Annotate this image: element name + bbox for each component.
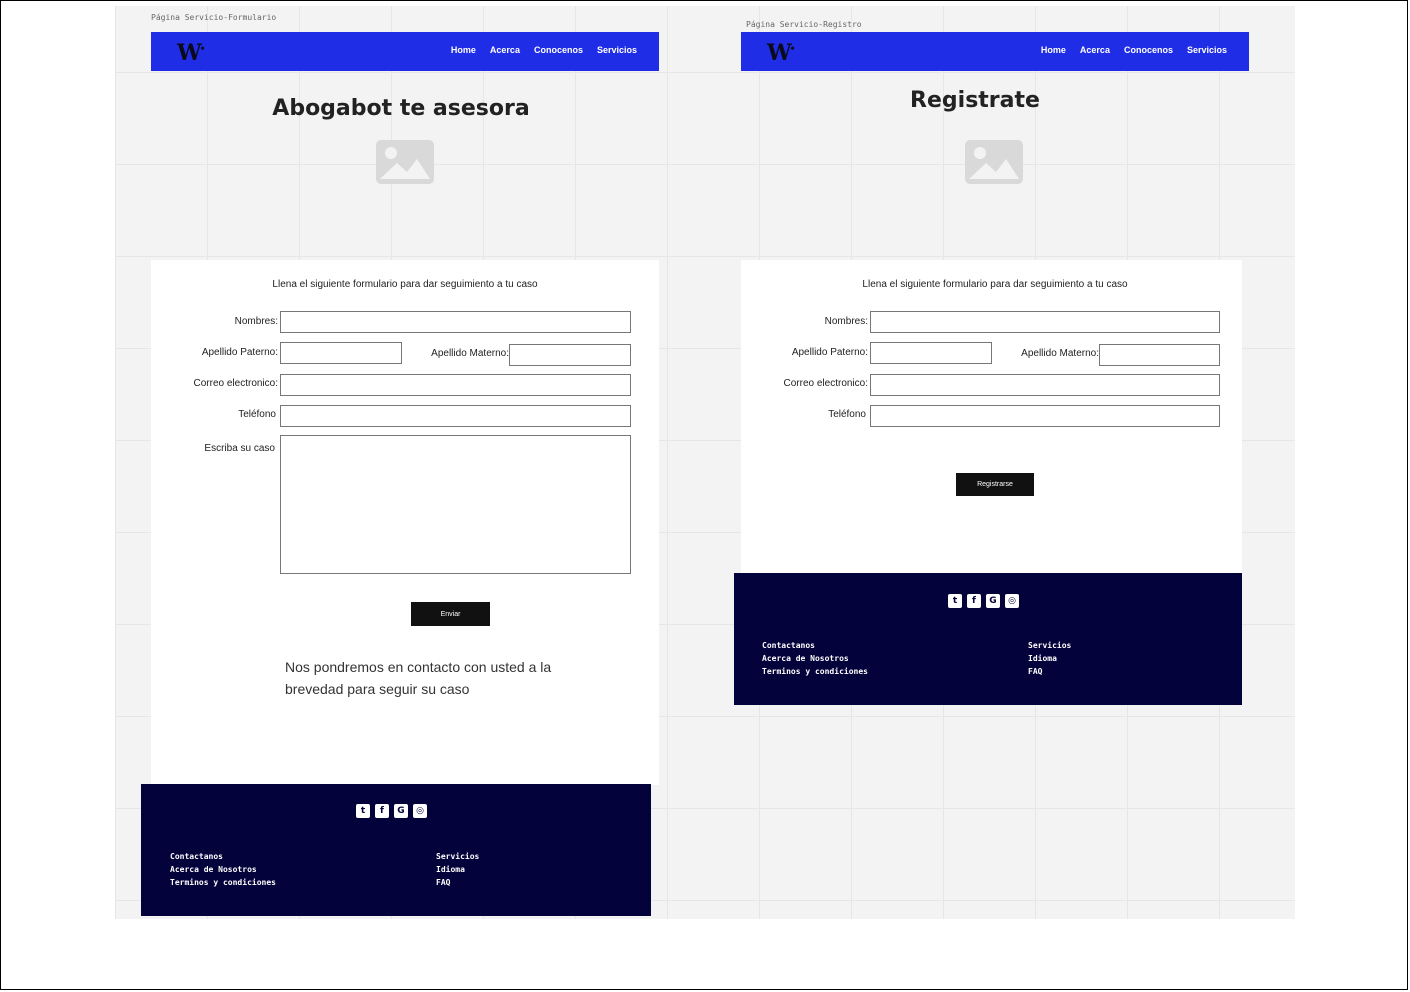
nombres-input[interactable] bbox=[280, 311, 631, 333]
social-icons: t f G ◎ bbox=[356, 804, 427, 818]
caso-textarea[interactable] bbox=[280, 435, 631, 574]
footer-col-1: Contactanos Acerca de Nosotros Terminos … bbox=[170, 850, 276, 889]
instagram-icon[interactable]: ◎ bbox=[413, 804, 427, 818]
artboard-label-formulario: Página Servicio-Formulario bbox=[151, 13, 277, 22]
apellido-paterno-input[interactable] bbox=[280, 342, 402, 364]
google-plus-icon[interactable]: G bbox=[394, 804, 408, 818]
hero-title: Registrate bbox=[910, 88, 1040, 113]
label-telefono: Teléfono bbox=[828, 409, 866, 420]
navbar: W• Home Acerca Conocenos Servicios bbox=[741, 32, 1249, 71]
instagram-icon[interactable]: ◎ bbox=[1005, 594, 1019, 608]
nav-link-servicios[interactable]: Servicios bbox=[1187, 45, 1227, 55]
label-apellido-paterno: Apellido Paterno: bbox=[201, 347, 278, 358]
twitter-icon[interactable]: t bbox=[948, 594, 962, 608]
correo-input[interactable] bbox=[280, 374, 631, 396]
footer-link-servicios[interactable]: Servicios bbox=[436, 850, 479, 863]
twitter-icon[interactable]: t bbox=[356, 804, 370, 818]
nav-link-home[interactable]: Home bbox=[1041, 45, 1066, 55]
footer-link-servicios[interactable]: Servicios bbox=[1028, 639, 1071, 652]
footer-link-acerca[interactable]: Acerca de Nosotros bbox=[762, 652, 868, 665]
footer-col-1: Contactanos Acerca de Nosotros Terminos … bbox=[762, 639, 868, 678]
nav-link-conocenos[interactable]: Conocenos bbox=[1124, 45, 1173, 55]
telefono-input[interactable] bbox=[870, 405, 1220, 427]
registrarse-button[interactable]: Registrarse bbox=[956, 473, 1034, 496]
footer-link-contactanos[interactable]: Contactanos bbox=[762, 639, 868, 652]
footer: t f G ◎ Contactanos Acerca de Nosotros T… bbox=[141, 784, 651, 916]
artboard-label-registro: Página Servicio-Registro bbox=[746, 20, 862, 29]
footer-link-idioma[interactable]: Idioma bbox=[436, 863, 479, 876]
label-correo: Correo electronico: bbox=[193, 378, 278, 389]
label-apellido-materno: Apellido Materno: bbox=[431, 348, 509, 359]
footer-link-idioma[interactable]: Idioma bbox=[1028, 652, 1071, 665]
nav-link-home[interactable]: Home bbox=[451, 45, 476, 55]
facebook-icon[interactable]: f bbox=[967, 594, 981, 608]
form-intro: Llena el siguiente formulario para dar s… bbox=[272, 279, 538, 290]
label-apellido-paterno: Apellido Paterno: bbox=[791, 347, 868, 358]
footer-col-2: Servicios Idioma FAQ bbox=[436, 850, 479, 889]
label-nombres: Nombres: bbox=[824, 316, 868, 327]
nav-link-servicios[interactable]: Servicios bbox=[597, 45, 637, 55]
apellido-paterno-input[interactable] bbox=[870, 342, 992, 364]
form-panel: Llena el siguiente formulario para dar s… bbox=[741, 260, 1242, 574]
form-panel: Llena el siguiente formulario para dar s… bbox=[151, 260, 659, 785]
form-intro: Llena el siguiente formulario para dar s… bbox=[862, 279, 1128, 290]
nav-link-acerca[interactable]: Acerca bbox=[490, 45, 520, 55]
contact-note: Nos pondremos en contacto con usted a la… bbox=[285, 659, 552, 697]
correo-input[interactable] bbox=[870, 374, 1220, 396]
enviar-button[interactable]: Enviar bbox=[411, 602, 490, 626]
apellido-materno-input[interactable] bbox=[509, 344, 631, 366]
nav-links: Home Acerca Conocenos Servicios bbox=[1041, 45, 1227, 55]
footer-link-terminos[interactable]: Terminos y condiciones bbox=[762, 665, 868, 678]
footer-link-contactanos[interactable]: Contactanos bbox=[170, 850, 276, 863]
apellido-materno-input[interactable] bbox=[1099, 344, 1220, 366]
logo[interactable]: W• bbox=[767, 40, 795, 66]
footer-col-2: Servicios Idioma FAQ bbox=[1028, 639, 1071, 678]
label-caso: Escriba su caso bbox=[204, 443, 275, 454]
footer-link-acerca[interactable]: Acerca de Nosotros bbox=[170, 863, 276, 876]
navbar: W• Home Acerca Conocenos Servicios bbox=[151, 32, 659, 71]
facebook-icon[interactable]: f bbox=[375, 804, 389, 818]
nombres-input[interactable] bbox=[870, 311, 1220, 333]
nav-link-acerca[interactable]: Acerca bbox=[1080, 45, 1110, 55]
label-nombres: Nombres: bbox=[234, 316, 278, 327]
footer: t f G ◎ Contactanos Acerca de Nosotros T… bbox=[734, 573, 1242, 705]
image-placeholder-icon bbox=[376, 140, 434, 184]
label-correo: Correo electronico: bbox=[783, 378, 868, 389]
image-placeholder-icon bbox=[965, 140, 1023, 184]
footer-link-terminos[interactable]: Terminos y condiciones bbox=[170, 876, 276, 889]
label-apellido-materno: Apellido Materno: bbox=[1021, 348, 1099, 359]
hero-title: Abogabot te asesora bbox=[272, 96, 530, 121]
footer-link-faq[interactable]: FAQ bbox=[436, 876, 479, 889]
telefono-input[interactable] bbox=[280, 405, 631, 427]
logo[interactable]: W• bbox=[177, 40, 205, 66]
footer-link-faq[interactable]: FAQ bbox=[1028, 665, 1071, 678]
label-telefono: Teléfono bbox=[238, 409, 276, 420]
social-icons: t f G ◎ bbox=[948, 594, 1019, 608]
google-plus-icon[interactable]: G bbox=[986, 594, 1000, 608]
nav-link-conocenos[interactable]: Conocenos bbox=[534, 45, 583, 55]
nav-links: Home Acerca Conocenos Servicios bbox=[451, 45, 637, 55]
